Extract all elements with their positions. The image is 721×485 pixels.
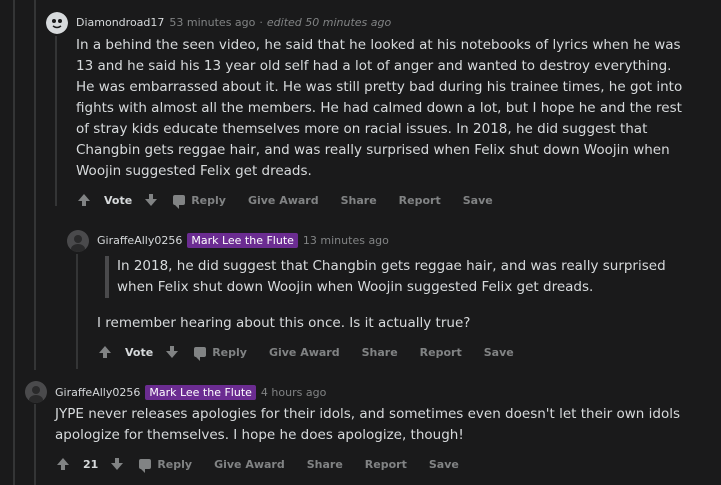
reply-label: Reply — [212, 345, 247, 359]
avatar[interactable] — [46, 12, 68, 34]
comment-meta: GiraffeAlly0256 Mark Lee the Flute 4 hou… — [55, 385, 326, 400]
arrow-up-icon[interactable] — [76, 192, 92, 208]
comment-meta: Diamondroad17 53 minutes ago · edited 50… — [76, 16, 391, 29]
username[interactable]: Diamondroad17 — [76, 16, 164, 29]
save-button[interactable]: Save — [429, 458, 459, 471]
blockquote: In 2018, he did suggest that Changbin ge… — [105, 256, 695, 298]
thread-line-level2[interactable] — [34, 0, 36, 370]
share-button[interactable]: Share — [362, 346, 398, 359]
give-award-button[interactable]: Give Award — [248, 194, 319, 207]
avatar[interactable] — [67, 230, 89, 252]
vote-count: Vote — [104, 193, 133, 207]
comment-meta: GiraffeAlly0256 Mark Lee the Flute 13 mi… — [97, 233, 389, 248]
vote-count: Vote — [125, 345, 154, 359]
username[interactable]: GiraffeAlly0256 — [55, 386, 140, 399]
speech-bubble-icon — [139, 459, 152, 473]
comment-body: JYPE never releases apologies for their … — [55, 406, 680, 443]
username[interactable]: GiraffeAlly0256 — [97, 234, 182, 247]
comment-body: I remember hearing about this once. Is i… — [97, 315, 471, 331]
report-button[interactable]: Report — [399, 194, 441, 207]
thread-line-level4[interactable] — [76, 254, 78, 369]
comment-actions: Vote Reply Give Award Share Report Save — [97, 344, 536, 361]
reply-label: Reply — [191, 193, 226, 207]
speech-bubble-icon — [194, 347, 207, 361]
edited-label: edited 50 minutes ago — [266, 16, 392, 29]
speech-bubble-icon — [173, 195, 186, 209]
arrow-down-icon[interactable] — [109, 456, 125, 472]
comment-actions: 21 Reply Give Award Share Report Save — [55, 456, 481, 473]
comment-body: In a behind the seen video, he said that… — [76, 37, 683, 179]
save-button[interactable]: Save — [463, 194, 493, 207]
save-button[interactable]: Save — [484, 346, 514, 359]
arrow-up-icon[interactable] — [97, 344, 113, 360]
report-button[interactable]: Report — [420, 346, 462, 359]
thread-line-level3[interactable] — [55, 36, 57, 206]
avatar[interactable] — [25, 381, 47, 403]
reply-button[interactable]: Reply — [173, 193, 226, 209]
user-flair: Mark Lee the Flute — [187, 233, 298, 248]
arrow-down-icon[interactable] — [143, 192, 159, 208]
thread-line-reply3[interactable] — [34, 404, 36, 485]
vote-count: 21 — [83, 457, 99, 471]
give-award-button[interactable]: Give Award — [214, 458, 285, 471]
reply-label: Reply — [157, 457, 193, 471]
comment-actions: Vote Reply Give Award Share Report Save — [76, 192, 515, 209]
arrow-down-icon[interactable] — [164, 344, 180, 360]
timestamp[interactable]: 13 minutes ago — [303, 234, 389, 247]
separator-dot: · — [259, 16, 263, 29]
timestamp[interactable]: 4 hours ago — [261, 386, 326, 399]
user-flair: Mark Lee the Flute — [145, 385, 256, 400]
reply-button[interactable]: Reply — [139, 457, 193, 473]
arrow-up-icon[interactable] — [55, 456, 71, 472]
report-button[interactable]: Report — [365, 458, 407, 471]
timestamp[interactable]: 53 minutes ago — [169, 16, 255, 29]
share-button[interactable]: Share — [341, 194, 377, 207]
thread-line-outer[interactable] — [13, 0, 15, 485]
share-button[interactable]: Share — [307, 458, 343, 471]
give-award-button[interactable]: Give Award — [269, 346, 340, 359]
reply-button[interactable]: Reply — [194, 345, 247, 361]
